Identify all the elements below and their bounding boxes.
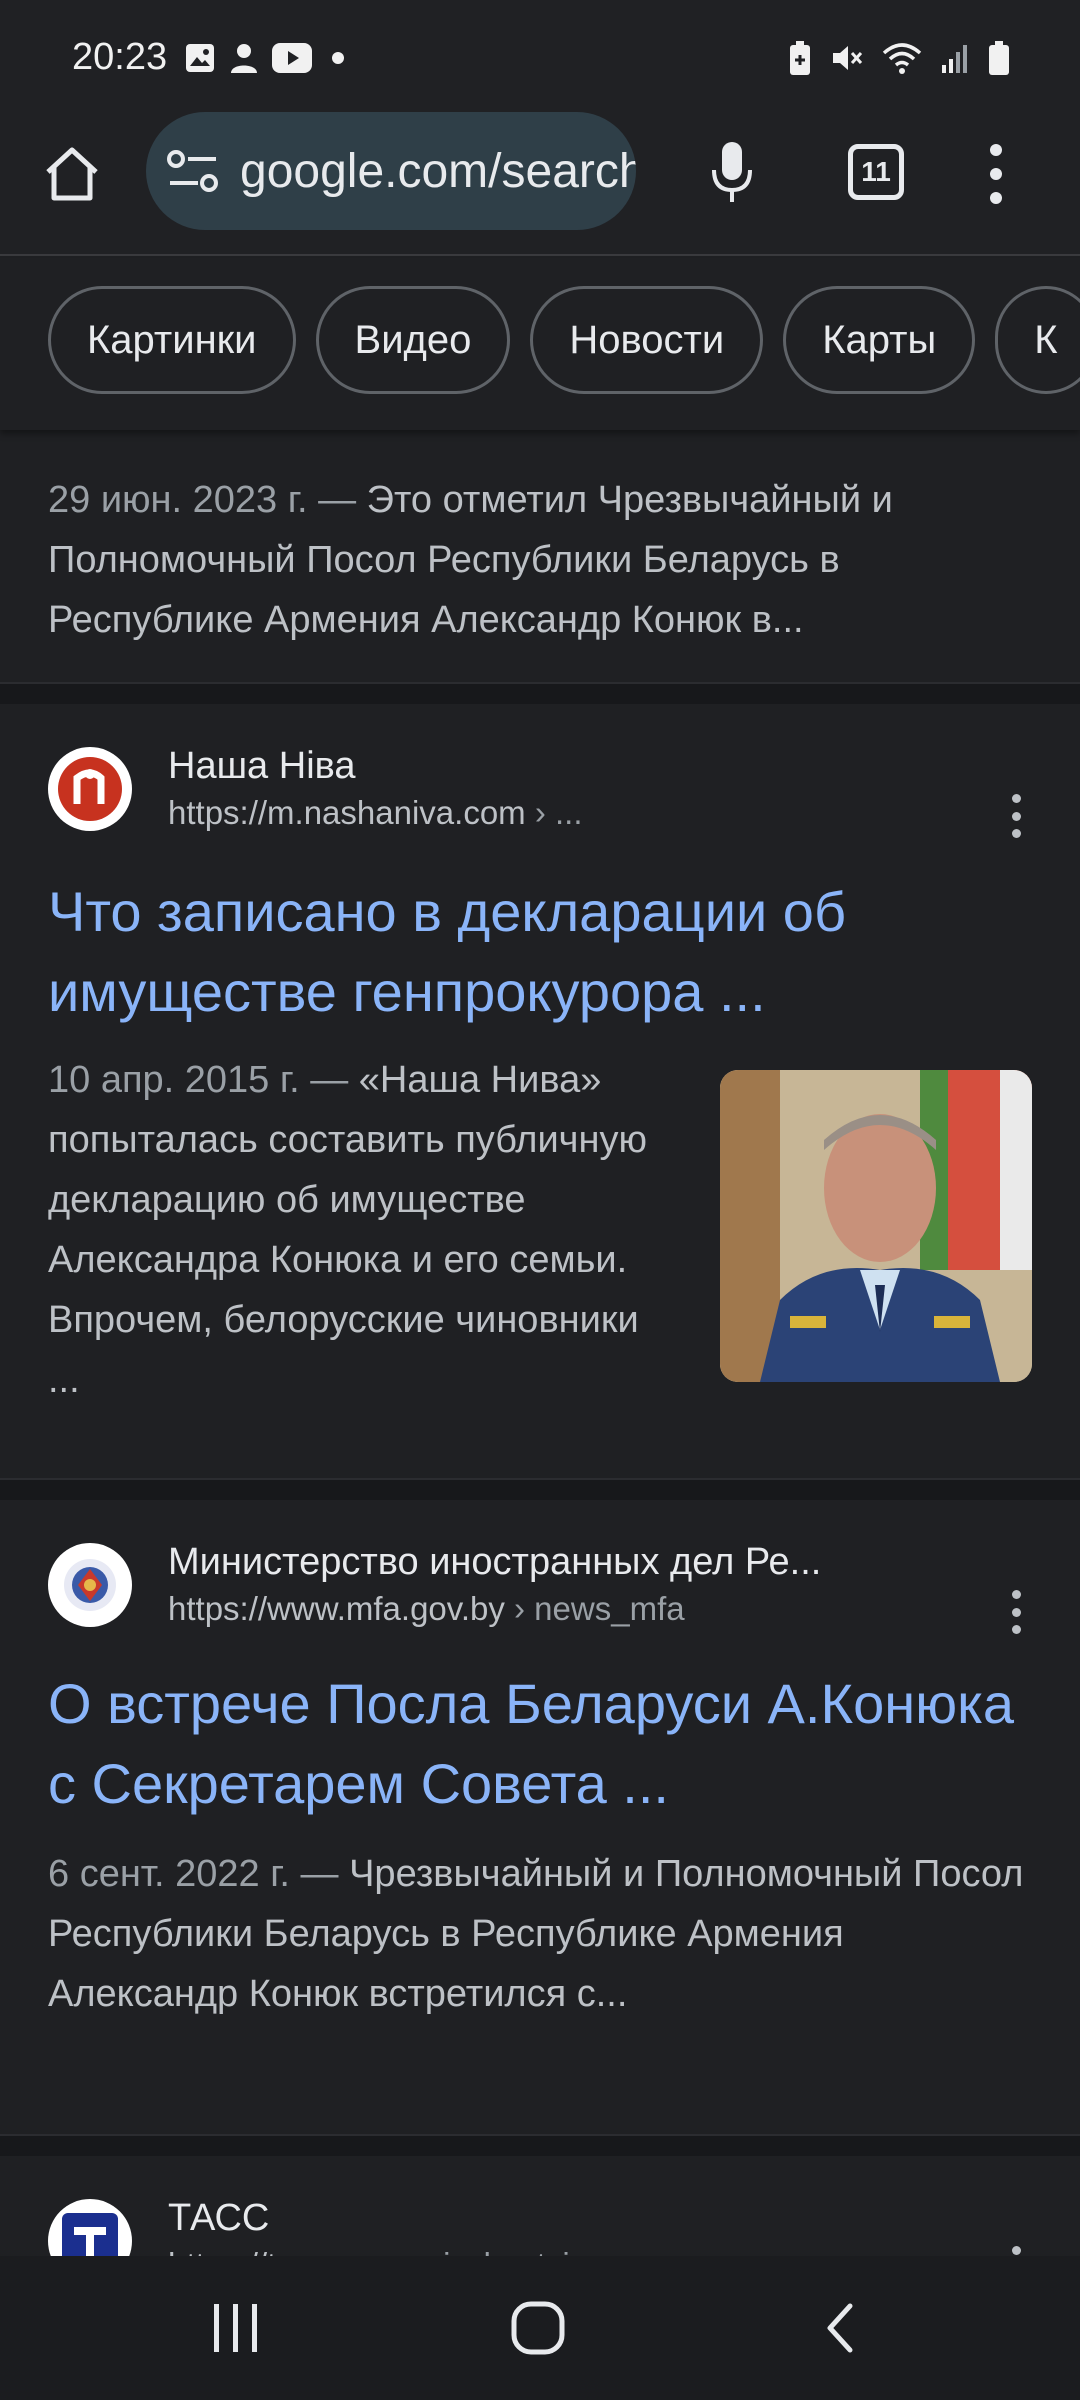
- search-results: 29 июн. 2023 г. — Это отметил Чрезвычайн…: [0, 430, 1080, 2256]
- chip-more[interactable]: К: [995, 286, 1080, 394]
- result-source[interactable]: Наша Ніва https://m.nashaniva.com › ...: [48, 742, 583, 836]
- result-snippet: 6 сент. 2022 г. — Чрезвычайный и Полномо…: [48, 1844, 1038, 2024]
- card-divider: [0, 1480, 1080, 1500]
- back-chevron-icon: [827, 2303, 853, 2353]
- mfa-favicon: [48, 1543, 132, 1627]
- voice-search-button[interactable]: [700, 140, 764, 204]
- dot: [1011, 794, 1021, 803]
- home-icon: [46, 147, 98, 201]
- dot: [1011, 811, 1021, 821]
- search-filter-chips: Картинки Видео Новости Карты К: [0, 258, 1080, 430]
- browser-menu-button[interactable]: [980, 144, 1012, 204]
- status-left-icons: [184, 42, 350, 74]
- url-text: google.com/search: [240, 144, 636, 198]
- result-url-path: › ...: [525, 794, 583, 831]
- recent-apps-icon: [214, 2304, 257, 2352]
- result-url-path: › news_mfa: [504, 1590, 685, 1627]
- result-date: 6 сент. 2022 г. —: [48, 1853, 350, 1895]
- result-source[interactable]: ТАСС https://tass.ru › proisshestviya: [48, 2194, 605, 2256]
- nashaniva-logo-icon: [58, 757, 122, 821]
- mfa-emblem-icon: [64, 1559, 116, 1611]
- chip-maps[interactable]: Карты: [783, 286, 976, 394]
- tass-favicon: [48, 2199, 132, 2256]
- result-url: https://m.nashaniva.com: [168, 794, 526, 831]
- tass-logo-icon: [62, 2213, 118, 2256]
- result-options-button[interactable]: [1010, 2246, 1022, 2256]
- menu-dot: [990, 144, 1002, 156]
- result-url: https://tass.ru: [168, 2246, 366, 2256]
- portrait-image: [720, 1070, 1032, 1382]
- microphone-icon: [712, 142, 752, 202]
- result-url-path: › proisshestviya: [366, 2246, 604, 2256]
- result-snippet: 29 июн. 2023 г. — Это отметил Чрезвычайн…: [48, 470, 1038, 650]
- result-date: 10 апр. 2015 г. —: [48, 1059, 359, 1101]
- system-navigation-bar: [0, 2256, 1080, 2400]
- home-button[interactable]: [40, 142, 104, 206]
- result-title-link[interactable]: Что записано в декларации об имуществе г…: [48, 872, 1038, 1032]
- browser-toolbar: google.com/search 11: [0, 112, 1080, 256]
- result-title-link[interactable]: О встрече Посла Беларуси А.Конюка с Секр…: [48, 1664, 1038, 1824]
- result-date: 29 июн. 2023 г. —: [48, 479, 367, 521]
- search-result-card[interactable]: ТАСС https://tass.ru › proisshestviya: [0, 2156, 1080, 2256]
- result-thumbnail[interactable]: [720, 1070, 1032, 1382]
- result-snippet-text: «Наша Нива» попыталась составить публичн…: [48, 1059, 647, 1401]
- tab-switcher-button[interactable]: 11: [848, 144, 904, 200]
- gallery-icon: [186, 44, 214, 72]
- recent-apps-button[interactable]: [196, 2296, 276, 2360]
- menu-dot: [990, 168, 1002, 180]
- battery-icon: [989, 41, 1009, 75]
- search-result-card[interactable]: Наша Ніва https://m.nashaniva.com › ... …: [0, 704, 1080, 1480]
- dot: [1011, 1625, 1021, 1634]
- result-snippet: 10 апр. 2015 г. — «Наша Нива» попыталась…: [48, 1050, 668, 1410]
- result-url: https://www.mfa.gov.by: [168, 1590, 505, 1627]
- card-divider: [0, 2136, 1080, 2156]
- status-right-icons: [788, 40, 1010, 76]
- signal-icon: [942, 45, 967, 73]
- home-circle-icon: [511, 2301, 565, 2355]
- chip-video[interactable]: Видео: [315, 286, 511, 394]
- wifi-icon: [882, 43, 922, 74]
- result-options-button[interactable]: [1010, 794, 1022, 838]
- result-source-name: Наша Ніва: [168, 745, 356, 787]
- home-nav-button[interactable]: [498, 2296, 578, 2360]
- result-source-name: Министерство иностранных дел Ре...: [168, 1541, 822, 1583]
- youtube-icon: [272, 43, 312, 73]
- status-bar: 20:23: [0, 0, 1080, 112]
- nashaniva-favicon: [48, 747, 132, 831]
- result-source-name: ТАСС: [168, 2197, 270, 2239]
- dot: [1011, 1590, 1021, 1599]
- site-settings-icon[interactable]: [166, 147, 220, 195]
- card-divider: [0, 684, 1080, 704]
- mute-icon: [833, 46, 863, 70]
- search-result-card[interactable]: 29 июн. 2023 г. — Это отметил Чрезвычайн…: [0, 430, 1080, 684]
- dot: [1011, 2246, 1021, 2255]
- chip-news[interactable]: Новости: [530, 286, 764, 394]
- dot: [1011, 829, 1021, 838]
- dot-icon: [332, 52, 344, 64]
- address-bar[interactable]: google.com/search: [146, 112, 636, 230]
- person-icon: [231, 44, 257, 73]
- result-source[interactable]: Министерство иностранных дел Ре... https…: [48, 1538, 821, 1632]
- menu-dot: [990, 192, 1002, 204]
- result-options-button[interactable]: [1010, 1590, 1022, 1634]
- search-result-card[interactable]: Министерство иностранных дел Ре... https…: [0, 1500, 1080, 2136]
- chip-images[interactable]: Картинки: [48, 286, 296, 394]
- battery-saver-icon: [790, 41, 810, 75]
- back-button[interactable]: [800, 2296, 880, 2360]
- dot: [1011, 1607, 1021, 1617]
- status-time: 20:23: [72, 36, 168, 78]
